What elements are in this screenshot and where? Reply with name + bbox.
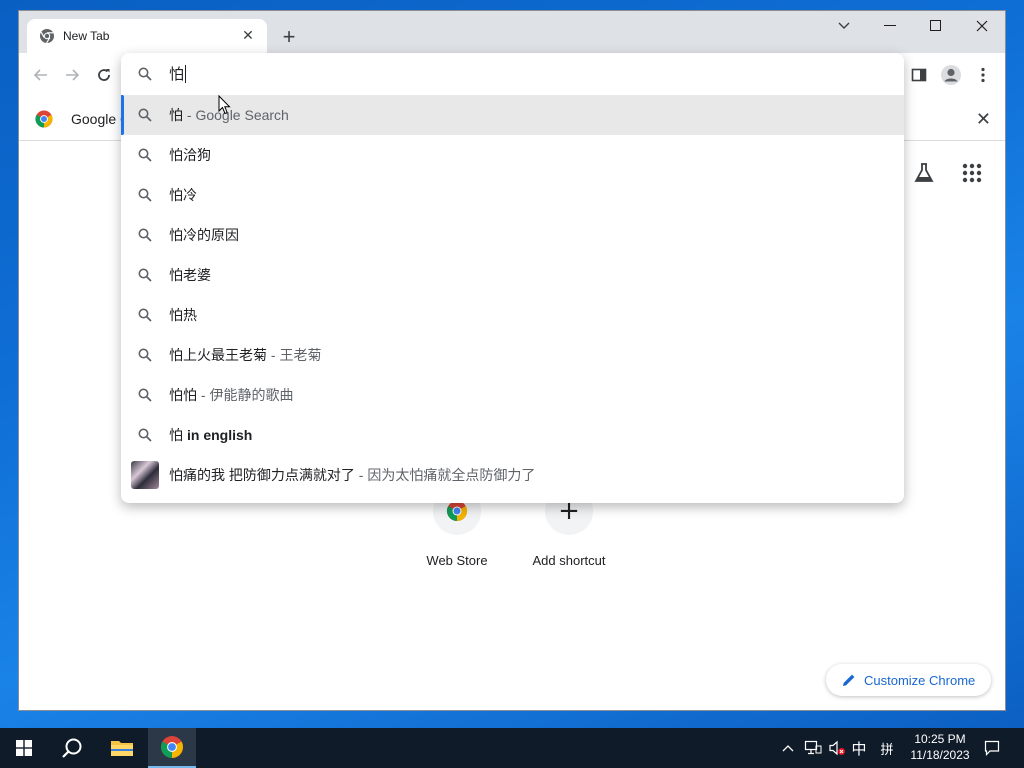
suggestion-completion: in english: [187, 427, 253, 443]
suggestion-text: 怕痛的我 把防御力点满就对了: [169, 467, 355, 483]
start-button[interactable]: [0, 728, 48, 768]
clock-date: 11/18/2023: [910, 748, 970, 762]
suggestion-text: 怕上火最王老菊: [169, 347, 267, 363]
chrome-icon: [39, 28, 55, 44]
suggestion-list: 怕 - Google Search 怕洽狗怕冷怕冷的原因怕老婆怕热怕上火最王老菊 …: [121, 95, 904, 495]
show-hidden-icons-chevron-up-icon[interactable]: [778, 728, 798, 768]
suggestion-item[interactable]: 怕 - Google Search: [121, 95, 904, 135]
search-icon: [121, 188, 169, 202]
google-chrome-logo-icon: [35, 110, 53, 128]
suggestion-item[interactable]: 怕 in english: [121, 415, 904, 455]
address-bar[interactable]: 怕: [121, 53, 904, 95]
search-button[interactable]: [48, 728, 96, 768]
profile-avatar-icon[interactable]: [939, 63, 963, 87]
close-window-button[interactable]: [959, 11, 1005, 41]
search-icon: [121, 348, 169, 362]
suggestion-item[interactable]: 怕洽狗: [121, 135, 904, 175]
clock-time: 10:25 PM: [914, 732, 966, 746]
search-icon: [121, 67, 169, 81]
suggestion-text: 怕: [169, 107, 183, 123]
network-icon[interactable]: [802, 728, 824, 768]
google-apps-icon[interactable]: [962, 163, 984, 185]
chrome-labs-icon[interactable]: [912, 161, 938, 187]
back-arrow-icon: [33, 69, 47, 81]
suggestion-text: 怕: [169, 427, 183, 443]
windows-logo-icon: [16, 740, 32, 756]
minimize-button[interactable]: [867, 11, 913, 41]
suggestion-item[interactable]: 怕怕 - 伊能静的歌曲: [121, 375, 904, 415]
side-panel-icon[interactable]: [907, 63, 931, 87]
mouse-cursor-icon: [218, 94, 232, 115]
tab-new-tab[interactable]: New Tab ✕: [27, 19, 267, 53]
chevron-down-icon[interactable]: [821, 11, 867, 41]
suggestion-text: 怕冷: [169, 187, 197, 203]
shortcut-label: Add shortcut: [532, 553, 606, 568]
taskbar: 中 拼 10:25 PM 11/18/2023: [0, 728, 1024, 768]
suggestion-item[interactable]: 怕老婆: [121, 255, 904, 295]
pencil-icon: [843, 674, 855, 686]
search-icon: [121, 428, 169, 442]
notification-center-icon[interactable]: [980, 728, 1004, 768]
ime-layout-indicator[interactable]: 拼: [876, 728, 898, 768]
search-icon: [121, 228, 169, 242]
forward-button[interactable]: [60, 63, 84, 87]
suggestion-description: - Google Search: [183, 107, 289, 123]
close-info-bar-icon[interactable]: ✕: [976, 109, 991, 130]
back-button[interactable]: [29, 63, 53, 87]
search-icon: [62, 738, 82, 758]
new-tab-button[interactable]: +: [276, 24, 302, 50]
omnibox-dropdown: 怕 怕 - Google Search 怕洽狗怕冷怕冷的原因怕老婆怕热怕上火最王老…: [121, 53, 904, 503]
suggestion-item[interactable]: 怕热: [121, 295, 904, 335]
reload-icon: [98, 69, 110, 81]
customize-chrome-button[interactable]: Customize Chrome: [826, 664, 992, 696]
address-bar-input[interactable]: 怕: [169, 65, 187, 83]
shortcut-label: Web Store: [426, 553, 488, 568]
suggestion-text: 怕老婆: [169, 267, 211, 283]
chrome-taskbar-button[interactable]: [148, 728, 196, 768]
tab-strip: New Tab ✕ +: [19, 11, 1005, 53]
suggestion-description: - 伊能静的歌曲: [197, 387, 294, 403]
suggestion-text: 怕冷的原因: [169, 227, 239, 243]
forward-arrow-icon: [66, 69, 80, 81]
chrome-icon: [161, 736, 183, 758]
search-icon: [121, 268, 169, 282]
suggestion-text: 怕怕: [169, 387, 197, 403]
volume-muted-icon[interactable]: [826, 728, 848, 768]
suggestion-item[interactable]: 怕痛的我 把防御力点满就对了 - 因为太怕痛就全点防御力了: [121, 455, 904, 495]
search-icon: [121, 108, 169, 122]
customize-chrome-label: Customize Chrome: [864, 672, 976, 688]
reload-button[interactable]: [92, 63, 116, 87]
search-icon: [121, 148, 169, 162]
suggestion-item[interactable]: 怕冷的原因: [121, 215, 904, 255]
folder-icon: [111, 741, 133, 756]
suggestion-thumbnail: [121, 461, 169, 489]
search-icon: [121, 308, 169, 322]
ime-mode-indicator[interactable]: 中: [848, 728, 870, 768]
suggestion-description: - 王老菊: [267, 347, 322, 363]
file-explorer-button[interactable]: [98, 728, 146, 768]
more-menu-icon[interactable]: [971, 63, 995, 87]
close-tab-icon[interactable]: ✕: [239, 27, 257, 45]
system-clock[interactable]: 10:25 PM 11/18/2023: [906, 731, 974, 763]
suggestion-item[interactable]: 怕冷: [121, 175, 904, 215]
maximize-button[interactable]: [913, 11, 959, 41]
search-icon: [121, 388, 169, 402]
suggestion-text: 怕洽狗: [169, 147, 211, 163]
suggestion-description: - 因为太怕痛就全点防御力了: [354, 467, 536, 483]
tab-title: New Tab: [63, 29, 110, 43]
suggestion-item[interactable]: 怕上火最王老菊 - 王老菊: [121, 335, 904, 375]
suggestion-text: 怕热: [169, 307, 197, 323]
